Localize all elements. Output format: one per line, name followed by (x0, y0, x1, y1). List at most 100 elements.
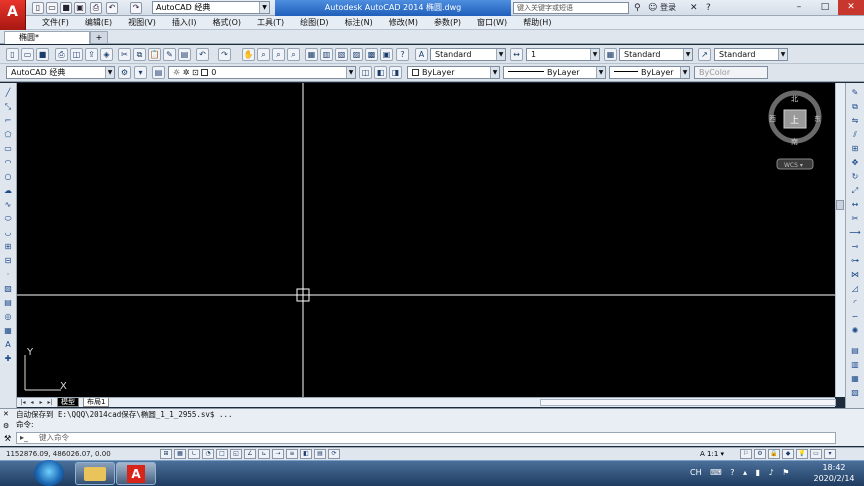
draw-order-icon[interactable]: ▤ (849, 345, 861, 357)
taskbar-clock[interactable]: 18:42 2020/2/14 (812, 462, 856, 484)
close-icon[interactable]: ✕ (838, 0, 864, 15)
3d-osnap-icon[interactable]: ◱ (230, 449, 242, 459)
paste-icon[interactable]: 📋 (148, 48, 161, 61)
properties-icon[interactable]: ▦ (305, 48, 318, 61)
maximize-icon[interactable]: □ (812, 0, 838, 15)
new-file-icon[interactable]: ▯ (32, 2, 44, 14)
save-as-icon[interactable]: ▣ (74, 2, 86, 14)
selection-cycling-icon[interactable]: ⟳ (328, 449, 340, 459)
send-back-icon[interactable]: ▦ (849, 373, 861, 385)
plot-icon[interactable]: ⎙ (90, 2, 102, 14)
region-icon[interactable]: ◎ (2, 311, 14, 323)
workspace-select[interactable]: AutoCAD 经典 ▼ (152, 1, 270, 14)
ime-icon[interactable]: ⌨ (710, 468, 722, 477)
blend-icon[interactable]: ∽ (849, 311, 861, 323)
insert-block-icon[interactable]: ⊞ (2, 241, 14, 253)
text-style-icon[interactable]: A (415, 48, 428, 61)
file-explorer-taskbar-button[interactable] (75, 462, 115, 485)
tab-model[interactable]: 模型 (57, 398, 79, 407)
trim-icon[interactable]: ✂ (849, 213, 861, 225)
zoom-previous-icon[interactable]: ⌕ (287, 48, 300, 61)
help-icon[interactable]: ? (730, 468, 734, 477)
multiline-text-icon[interactable]: A (2, 339, 14, 351)
text-style-select[interactable]: Standard ▼ (430, 48, 506, 61)
start-button[interactable] (34, 460, 64, 486)
tab-layout1[interactable]: 布局1 (83, 398, 110, 407)
prev-tab-icon[interactable]: ◂ (28, 398, 36, 407)
polar-icon[interactable]: ◔ (202, 449, 214, 459)
plot-preview-icon[interactable]: ◫ (70, 48, 83, 61)
workspace-switch-icon[interactable]: ⚙ (754, 449, 766, 459)
save-icon[interactable]: ■ (60, 2, 72, 14)
next-tab-icon[interactable]: ▸ (37, 398, 45, 407)
otrack-icon[interactable]: ∠ (244, 449, 256, 459)
clean-screen-icon[interactable]: ▭ (810, 449, 822, 459)
construction-line-icon[interactable]: ⤡ (2, 101, 14, 113)
design-center-icon[interactable]: ▥ (320, 48, 333, 61)
gear-icon[interactable]: ⚙ (118, 66, 131, 79)
osnap-icon[interactable]: □ (216, 449, 228, 459)
snap-icon[interactable]: ⊞ (160, 449, 172, 459)
bring-above-icon[interactable]: ▧ (849, 387, 861, 399)
fillet-icon[interactable]: ◜ (849, 297, 861, 309)
erase-icon[interactable]: ✎ (849, 87, 861, 99)
chamfer-icon[interactable]: ◿ (849, 283, 861, 295)
workspace-toolbar-select[interactable]: AutoCAD 经典 ▼ (6, 66, 115, 79)
menu-tools[interactable]: 工具(T) (249, 16, 292, 29)
isolate-objects-icon[interactable]: 💡 (796, 449, 808, 459)
network-icon[interactable]: ▮ (756, 468, 760, 477)
annotation-scale[interactable]: A 1:1 ▾ (700, 449, 724, 459)
layer-state-icon[interactable]: ◨ (389, 66, 402, 79)
pan-icon[interactable]: ✋ (242, 48, 255, 61)
table-icon[interactable]: ▦ (2, 325, 14, 337)
rectangle-icon[interactable]: ▭ (2, 143, 14, 155)
dimension-style-select[interactable]: Standard ▼ (619, 48, 693, 61)
annotation-visibility-icon[interactable]: ⚐ (740, 449, 752, 459)
viewcube-west[interactable]: 西 (769, 115, 776, 123)
add-selected-icon[interactable]: ✚ (2, 353, 14, 365)
plotstyle-select[interactable]: ByColor (694, 66, 768, 79)
rotate-icon[interactable]: ↻ (849, 171, 861, 183)
menu-insert[interactable]: 插入(I) (164, 16, 205, 29)
copy-object-icon[interactable]: ⧉ (849, 101, 861, 113)
mirror-icon[interactable]: ⇋ (849, 115, 861, 127)
3d-dwf-icon[interactable]: ◈ (100, 48, 113, 61)
close-icon[interactable]: ✕ (3, 410, 11, 418)
cut-icon[interactable]: ✂ (118, 48, 131, 61)
dim-style-icon[interactable]: ↔ (510, 48, 523, 61)
menu-modify[interactable]: 修改(M) (381, 16, 426, 29)
layer-select[interactable]: ☼ ✲ ⊡ 0 ▼ (168, 66, 356, 79)
save-icon[interactable]: ■ (36, 48, 49, 61)
first-tab-icon[interactable]: |◂ (19, 398, 27, 407)
help-icon[interactable]: ? (396, 48, 409, 61)
block-editor-icon[interactable]: ▤ (178, 48, 191, 61)
markup-icon[interactable]: ▩ (365, 48, 378, 61)
undo-icon[interactable]: ↶ (196, 48, 209, 61)
color-select[interactable]: ByLayer ▼ (407, 66, 500, 79)
explode-icon[interactable]: ✺ (849, 325, 861, 337)
tray-expand-icon[interactable]: ▴ (743, 468, 747, 477)
command-recent-icon[interactable]: ▸_ (20, 433, 28, 443)
last-tab-icon[interactable]: ▸| (46, 398, 54, 407)
make-block-icon[interactable]: ⊟ (2, 255, 14, 267)
new-tab-button[interactable]: + (90, 31, 108, 44)
menu-view[interactable]: 视图(V) (120, 16, 164, 29)
tool-palettes-icon[interactable]: ▧ (335, 48, 348, 61)
linetype-select[interactable]: ByLayer ▼ (503, 66, 606, 79)
help-icon[interactable]: ? (706, 2, 711, 14)
circle-icon[interactable]: ○ (2, 171, 14, 183)
language-indicator[interactable]: CH (690, 468, 702, 477)
menu-edit[interactable]: 编辑(E) (77, 16, 120, 29)
bring-front-icon[interactable]: ▥ (849, 359, 861, 371)
workspace-menu-icon[interactable]: ▾ (134, 66, 147, 79)
undo-icon[interactable]: ↶ (106, 2, 118, 14)
break-at-point-icon[interactable]: ⊸ (849, 241, 861, 253)
viewcube-east[interactable]: 东 (814, 114, 821, 123)
layer-previous-icon[interactable]: ◧ (374, 66, 387, 79)
dyn-icon[interactable]: ⇢ (272, 449, 284, 459)
scale-icon[interactable]: ⤢ (849, 185, 861, 197)
plot-icon[interactable]: ⎙ (55, 48, 68, 61)
layer-properties-icon[interactable]: ▤ (152, 66, 165, 79)
zoom-realtime-icon[interactable]: ⌕ (257, 48, 270, 61)
document-tab[interactable]: 椭圆* (4, 31, 90, 44)
